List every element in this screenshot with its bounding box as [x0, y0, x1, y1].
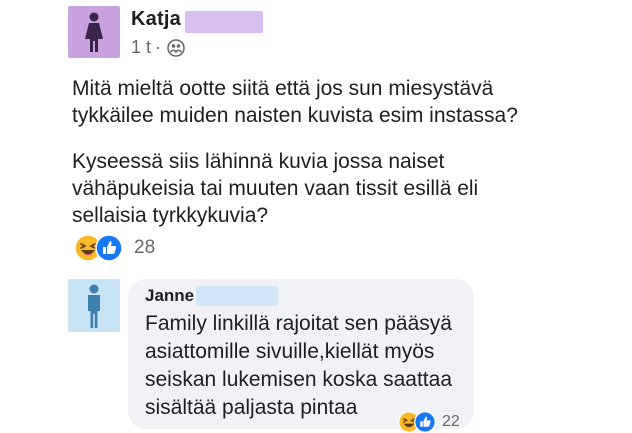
comment-text: Family linkillä rajoitat sen pääsyä asia… [145, 312, 452, 419]
post-author-name[interactable]: Katja [131, 8, 181, 31]
post-reactions[interactable]: 28 [74, 234, 155, 262]
comment-author-name[interactable]: Janne [145, 286, 194, 306]
male-silhouette-icon [88, 284, 100, 328]
post-text-paragraph-2: Kyseessä siis lähinnä kuvia jossa naiset… [72, 150, 479, 227]
like-icon [414, 411, 436, 433]
friends-icon[interactable] [167, 38, 185, 57]
comment-reaction-count[interactable]: 22 [442, 413, 460, 431]
post-text-paragraph-1: Mitä mieltä ootte siitä että jos sun mie… [72, 77, 518, 127]
post-author-avatar[interactable] [68, 6, 120, 58]
reaction-count[interactable]: 28 [134, 237, 155, 259]
meta-separator: · [155, 37, 162, 57]
comment-reactions[interactable]: 22 [398, 411, 460, 433]
female-silhouette-icon [85, 12, 103, 52]
comment-author-avatar[interactable] [68, 279, 120, 332]
name-redaction [196, 286, 278, 306]
like-icon [95, 234, 123, 262]
post-timestamp[interactable]: 1 t [131, 37, 151, 58]
name-redaction [185, 11, 263, 33]
post-meta: 1 t · [131, 37, 185, 58]
